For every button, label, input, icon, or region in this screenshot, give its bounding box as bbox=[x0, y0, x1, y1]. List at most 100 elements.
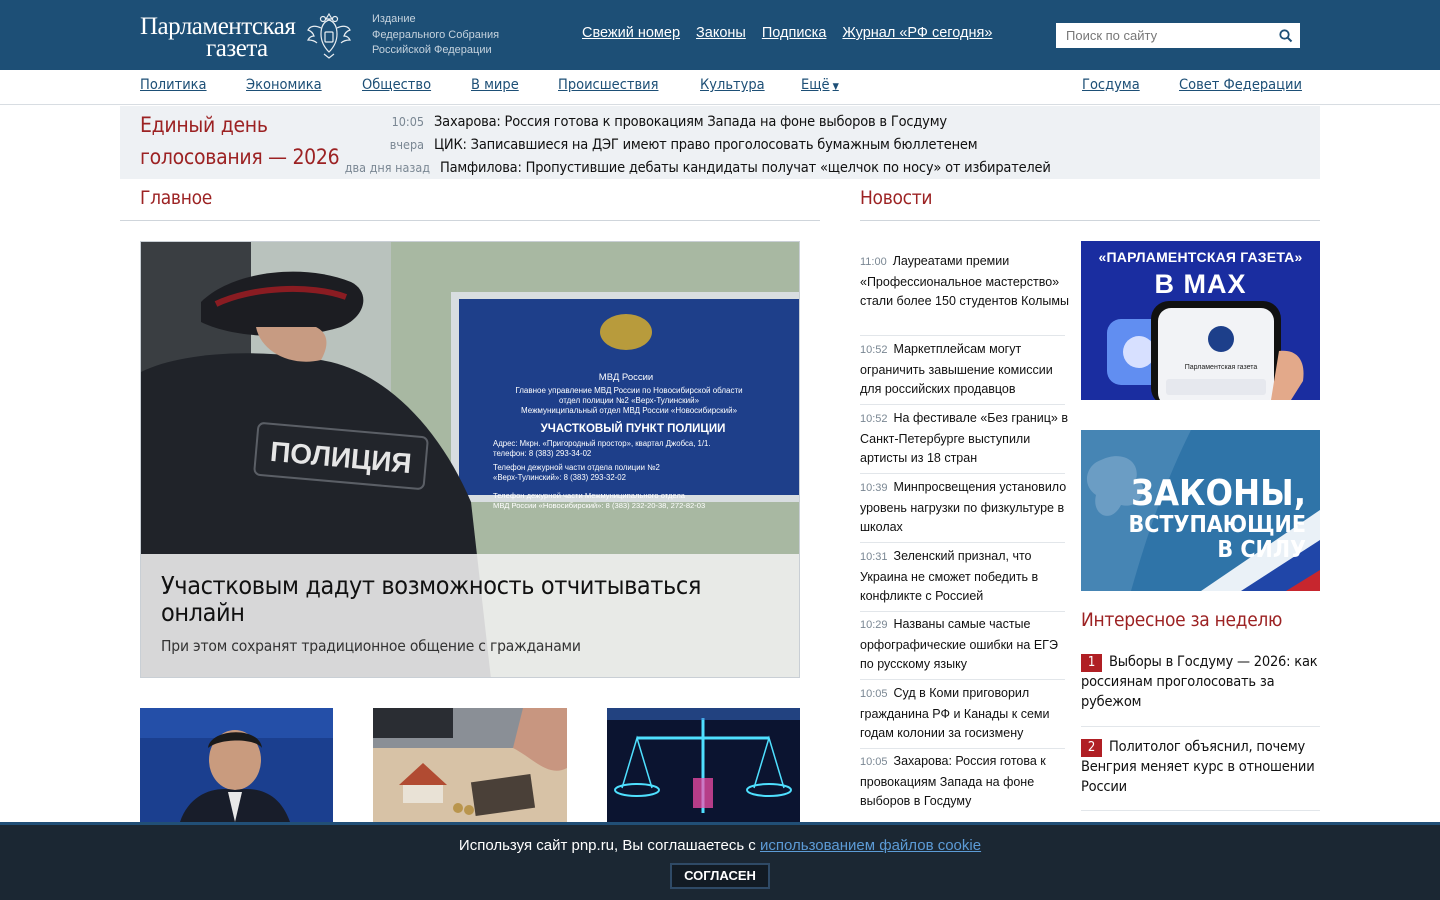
news-divider bbox=[860, 542, 1065, 543]
special-item-time: два дня назад bbox=[344, 160, 430, 175]
banner-phone-caption: Парламентская газета bbox=[1185, 364, 1258, 371]
rubric-society-link[interactable]: Общество bbox=[362, 77, 431, 93]
publisher-line: Федерального Собрания bbox=[372, 28, 500, 41]
special-topic-title[interactable]: Единый день голосования — 2026 bbox=[140, 109, 355, 173]
search-input[interactable] bbox=[1056, 23, 1272, 48]
special-item[interactable]: 10:05 Захарова: Россия готова к провокаци… bbox=[366, 111, 947, 133]
chevron-down-icon: ▼ bbox=[832, 82, 839, 92]
site-header: Парламентская газета Издание Федеральног… bbox=[0, 0, 1440, 70]
rubric-world-link[interactable]: В мире bbox=[471, 77, 519, 93]
nav-laws-link[interactable]: Законы bbox=[696, 25, 746, 41]
weekly-rank-badge: 2 bbox=[1081, 739, 1102, 757]
top-nav: Свежий номер Законы Подписка Журнал «РФ … bbox=[582, 25, 992, 41]
sign-detail: МВД России «Новосибирский»: 8 (383) 232-… bbox=[493, 501, 705, 510]
nav-subscription-link[interactable]: Подписка bbox=[762, 25, 827, 41]
weekly-item[interactable]: 1 Выборы в Госдуму — 2026: как россиянам … bbox=[1081, 652, 1320, 712]
publisher-caption: Издание Федерального Собрания Российской… bbox=[372, 12, 522, 59]
news-item[interactable]: 10:39 Минпросвещения установило уровень н… bbox=[860, 478, 1070, 538]
cookie-accept-button[interactable]: СОГЛАСЕН bbox=[670, 863, 770, 889]
rubric-politics-link[interactable]: Политика bbox=[140, 77, 207, 93]
news-text: Суд в Коми приговорил гражданина РФ и Ка… bbox=[860, 686, 1050, 741]
article-card[interactable] bbox=[140, 708, 333, 822]
publisher-line: Российской Федерации bbox=[372, 44, 492, 56]
article-card[interactable] bbox=[373, 708, 567, 822]
site-logo[interactable]: Парламентская газета bbox=[140, 10, 355, 62]
news-item[interactable]: 10:52 На фестивале «Без границ» в Санкт-П… bbox=[860, 409, 1070, 469]
rubric-incidents-link[interactable]: Происшествия bbox=[558, 77, 658, 93]
sign-title: УЧАСТКОВЫЙ ПУНКТ ПОЛИЦИИ bbox=[541, 422, 726, 435]
cookie-message-text: Используя сайт pnp.ru, Вы соглашаетесь с bbox=[458, 837, 760, 854]
feature-article[interactable]: МВД России Главное управление МВД России… bbox=[140, 241, 800, 678]
article-card[interactable] bbox=[607, 708, 800, 822]
news-divider bbox=[860, 335, 1065, 336]
banner-max-title: «ПАРЛАМЕНТСКАЯ ГАЗЕТА» bbox=[1098, 249, 1303, 265]
news-time: 10:31 bbox=[860, 551, 888, 563]
main-section-heading: Главное bbox=[140, 187, 212, 209]
news-section-divider bbox=[860, 220, 1320, 221]
feature-lead: При этом сохранят традиционное общение с… bbox=[161, 637, 581, 655]
sign-line: Межмуниципальный отдел МВД России «Новос… bbox=[521, 406, 738, 415]
search-box bbox=[1056, 23, 1300, 48]
nav-magazine-link[interactable]: Журнал «РФ сегодня» bbox=[842, 25, 992, 41]
weekly-section-heading: Интересное за неделю bbox=[1081, 609, 1283, 631]
weekly-divider bbox=[1081, 726, 1320, 727]
special-item-time: 10:05 bbox=[391, 114, 424, 129]
special-topic-band: Единый день голосования — 2026 10:05 Заха… bbox=[120, 106, 1320, 179]
news-text: Лауреатами премии «Профессиональное маст… bbox=[860, 254, 1069, 309]
news-time: 10:29 bbox=[860, 619, 888, 631]
news-time: 10:05 bbox=[860, 756, 888, 768]
card-photo-house bbox=[373, 708, 567, 822]
banner-laws-line2: ВСТУПАЮЩИЕ bbox=[1128, 512, 1306, 538]
feature-caption: Участковым дадут возможность отчитыватьс… bbox=[141, 554, 799, 677]
weekly-rank-badge: 1 bbox=[1081, 654, 1102, 672]
news-item[interactable]: 10:05 Суд в Коми приговорил гражданина РФ… bbox=[860, 684, 1070, 744]
news-item[interactable]: 11:00 Лауреатами премии «Профессиональное… bbox=[860, 252, 1070, 312]
weekly-item-text: Выборы в Госдуму — 2026: как россиянам п… bbox=[1081, 654, 1318, 710]
sign-ministry-text: МВД России bbox=[599, 372, 653, 383]
publisher-line: Издание bbox=[372, 13, 416, 25]
news-text: На фестивале «Без границ» в Санкт-Петерб… bbox=[860, 411, 1068, 466]
logo-line2: газета bbox=[206, 35, 268, 62]
sign-line: отдел полиции №2 «Верх-Тулинский» bbox=[559, 396, 700, 405]
rubric-culture-link[interactable]: Культура bbox=[700, 77, 765, 93]
news-item[interactable]: 10:31 Зеленский признал, что Украина не с… bbox=[860, 547, 1070, 607]
weekly-item[interactable]: 2 Политолог объяснил, почему Венгрия меня… bbox=[1081, 737, 1320, 797]
news-time: 10:52 bbox=[860, 344, 888, 356]
rubric-duma-link[interactable]: Госдума bbox=[1082, 77, 1140, 93]
news-item[interactable]: 10:05 Захарова: Россия готова к провокаци… bbox=[860, 752, 1070, 812]
sign-detail: Телефон дежурной части отдела полиции №2 bbox=[493, 463, 660, 472]
news-item[interactable]: 10:29 Названы самые частые орфографически… bbox=[860, 615, 1070, 675]
special-item-time: вчера bbox=[389, 137, 424, 152]
cookie-policy-link[interactable]: использованием файлов cookie bbox=[760, 837, 981, 854]
weekly-item-text: Политолог объяснил, почему Венгрия меняе… bbox=[1081, 739, 1315, 795]
search-icon[interactable] bbox=[1278, 28, 1294, 44]
cookie-consent-bar: Используя сайт pnp.ru, Вы соглашаетесь с… bbox=[0, 822, 1440, 900]
news-time: 10:39 bbox=[860, 482, 888, 494]
special-item[interactable]: два дня назад Памфилова: Пропустившие деб… bbox=[344, 157, 1051, 179]
sign-detail: Телефон дежурной части Межмуниципального… bbox=[493, 491, 686, 500]
news-item[interactable]: 10:52 Маркетплейсам могут ограничить завы… bbox=[860, 340, 1070, 400]
banner-laws-line1: ЗАКОНЫ, bbox=[1130, 473, 1306, 514]
news-divider bbox=[860, 473, 1065, 474]
special-item[interactable]: вчера ЦИК: Записавшиеся на ДЭГ имеют прав… bbox=[366, 134, 978, 156]
rubric-more-label: Ещё bbox=[801, 77, 830, 93]
news-divider bbox=[860, 748, 1065, 749]
weekly-divider bbox=[1081, 810, 1320, 811]
sign-detail: «Верх-Тулинский»: 8 (383) 293-32-02 bbox=[493, 473, 626, 482]
card-photo-deputy bbox=[140, 708, 333, 822]
banner-laws-line3: В СИЛУ bbox=[1217, 537, 1306, 563]
sign-detail: телефон: 8 (383) 293-34-02 bbox=[493, 449, 591, 458]
news-text: Названы самые частые орфографические оши… bbox=[860, 617, 1058, 672]
banner-laws-headline: ЗАКОНЫ, ВСТУПАЮЩИЕ В СИЛУ bbox=[1106, 475, 1306, 563]
news-section-heading: Новости bbox=[860, 187, 933, 209]
laws-in-force-banner[interactable]: ЗАКОНЫ, ВСТУПАЮЩИЕ В СИЛУ bbox=[1081, 430, 1320, 591]
rubric-federation-council-link[interactable]: Совет Федерации bbox=[1179, 77, 1302, 93]
rubric-economy-link[interactable]: Экономика bbox=[246, 77, 322, 93]
rubric-more-dropdown[interactable]: Ещё ▼ bbox=[801, 77, 839, 93]
news-time: 10:52 bbox=[860, 413, 888, 425]
feature-title[interactable]: Участковым дадут возможность отчитыватьс… bbox=[161, 572, 781, 626]
max-messenger-banner[interactable]: Парламентская газета «ПАРЛАМЕНТСКАЯ ГАЗЕ… bbox=[1081, 241, 1320, 400]
nav-fresh-issue-link[interactable]: Свежий номер bbox=[582, 25, 680, 41]
news-divider bbox=[860, 611, 1065, 612]
cookie-message: Используя сайт pnp.ru, Вы соглашаетесь с… bbox=[0, 837, 1440, 854]
